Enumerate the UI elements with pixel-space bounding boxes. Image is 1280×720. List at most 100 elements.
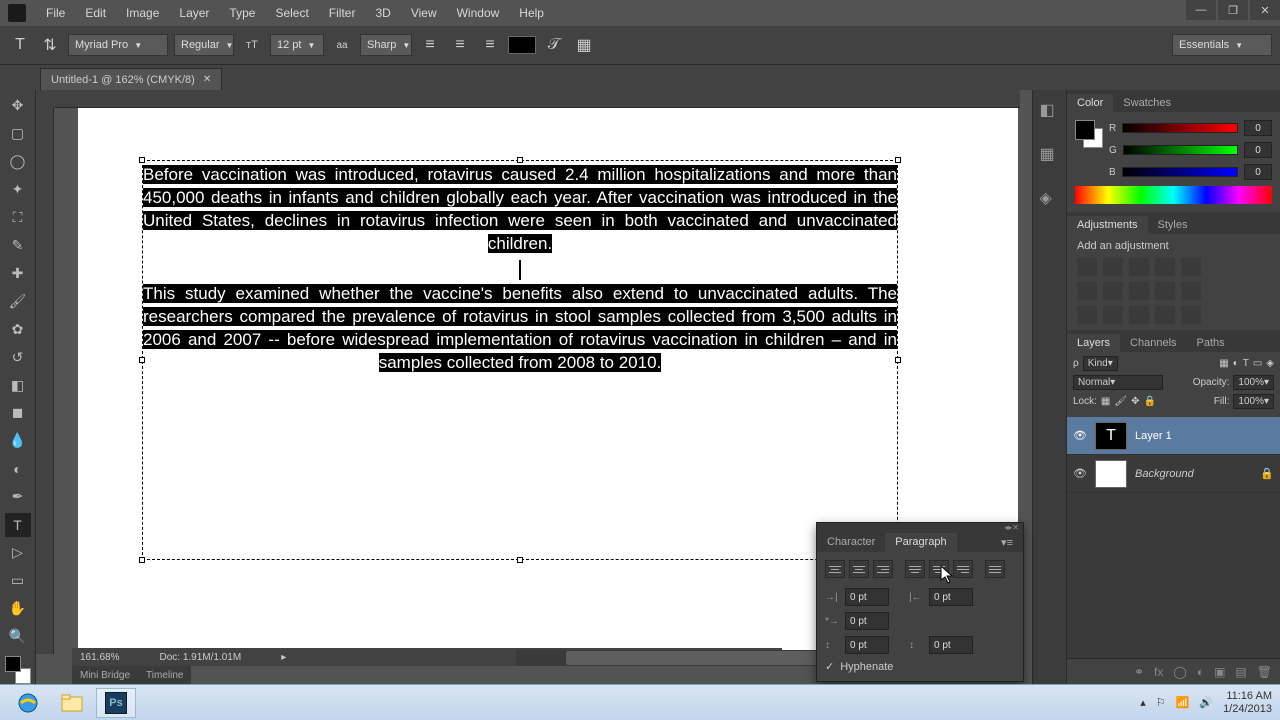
menu-window[interactable]: Window — [447, 6, 510, 20]
minimize-button[interactable]: — — [1186, 0, 1216, 20]
handle-tr[interactable] — [895, 157, 901, 163]
adj-selective-color-icon[interactable] — [1181, 306, 1201, 324]
layer-name[interactable]: Layer 1 — [1135, 430, 1172, 442]
text-color-swatch[interactable] — [508, 36, 536, 54]
tab-swatches[interactable]: Swatches — [1113, 94, 1181, 112]
blur-tool[interactable]: 💧 — [5, 429, 31, 453]
lock-pos-icon[interactable]: ✥ — [1131, 396, 1139, 407]
color-spectrum[interactable] — [1075, 186, 1272, 204]
justify-last-right-button[interactable] — [953, 560, 973, 578]
space-after-input[interactable] — [929, 636, 973, 654]
indent-left-input[interactable] — [845, 588, 889, 606]
menu-layer[interactable]: Layer — [169, 6, 219, 20]
blend-mode-dropdown[interactable]: Normal ▾ — [1073, 375, 1163, 390]
gradient-tool[interactable]: ◼ — [5, 401, 31, 425]
fill-input[interactable]: 100% ▾ — [1233, 394, 1274, 409]
character-panel-icon[interactable]: ▦ — [572, 33, 596, 57]
r-value[interactable] — [1244, 120, 1272, 136]
horizontal-ruler[interactable] — [54, 90, 1020, 108]
ps-logo-icon[interactable] — [8, 4, 26, 22]
mask-icon[interactable]: ◯ — [1173, 665, 1186, 679]
trash-icon[interactable]: 🗑 — [1257, 665, 1272, 679]
marquee-tool[interactable]: ▢ — [5, 122, 31, 146]
align-center-icon[interactable]: ≡ — [448, 33, 472, 57]
adj-invert-icon[interactable] — [1077, 306, 1097, 324]
lock-paint-icon[interactable]: 🖌 — [1114, 396, 1127, 407]
adj-photo-filter-icon[interactable] — [1129, 282, 1149, 300]
vertical-ruler[interactable] — [36, 108, 54, 654]
properties-icon[interactable]: ▦ — [1040, 144, 1060, 164]
adj-layer-icon[interactable]: ◐ — [1197, 665, 1204, 679]
align-left-button[interactable] — [825, 560, 845, 578]
tab-mini-bridge[interactable]: Mini Bridge — [72, 670, 138, 681]
adj-levels-icon[interactable] — [1103, 258, 1123, 276]
adj-channel-mixer-icon[interactable] — [1155, 282, 1175, 300]
visibility-icon[interactable]: 👁 — [1073, 429, 1087, 442]
filter-adj-icon[interactable]: ◐ — [1233, 358, 1239, 369]
menu-help[interactable]: Help — [509, 6, 554, 20]
brush-tool[interactable]: 🖌 — [5, 289, 31, 313]
menu-image[interactable]: Image — [116, 6, 169, 20]
adj-threshold-icon[interactable] — [1129, 306, 1149, 324]
history-icon[interactable]: ◧ — [1040, 100, 1060, 120]
font-size-dropdown[interactable]: 12 pt▼ — [270, 34, 324, 56]
crop-tool[interactable]: ⛶ — [5, 206, 31, 230]
tray-network-icon[interactable]: 📶 — [1176, 696, 1190, 709]
adj-vibrance-icon[interactable] — [1181, 258, 1201, 276]
filter-kind-dropdown[interactable]: Kind ▾ — [1083, 356, 1118, 371]
filter-pixel-icon[interactable]: ▦ — [1219, 358, 1228, 369]
align-center-button[interactable] — [849, 560, 869, 578]
font-family-dropdown[interactable]: Myriad Pro▼ — [68, 34, 168, 56]
handle-mb[interactable] — [517, 557, 523, 563]
r-slider[interactable] — [1122, 123, 1238, 133]
menu-type[interactable]: Type — [219, 6, 265, 20]
tab-layers[interactable]: Layers — [1067, 334, 1120, 352]
zoom-level[interactable]: 161.68% — [80, 652, 119, 663]
tab-character[interactable]: Character — [817, 533, 885, 552]
ie-icon[interactable] — [8, 688, 48, 718]
handle-bl[interactable] — [139, 557, 145, 563]
layer-row[interactable]: 👁 Background 🔒 — [1067, 455, 1280, 493]
menu-filter[interactable]: Filter — [319, 6, 366, 20]
orientation-icon[interactable]: ⇅ — [38, 33, 62, 57]
group-icon[interactable]: ▣ — [1214, 665, 1225, 679]
adj-hue-icon[interactable] — [1077, 282, 1097, 300]
tab-channels[interactable]: Channels — [1120, 334, 1186, 352]
color-picker[interactable] — [5, 656, 31, 684]
opacity-input[interactable]: 100% ▾ — [1233, 375, 1274, 390]
visibility-icon[interactable]: 👁 — [1073, 467, 1087, 480]
photoshop-taskbar-icon[interactable]: Ps — [96, 688, 136, 718]
move-tool[interactable]: ✥ — [5, 94, 31, 118]
handle-mt[interactable] — [517, 157, 523, 163]
lasso-tool[interactable]: ◯ — [5, 150, 31, 174]
lock-all-icon[interactable]: 🔒 — [1143, 396, 1155, 407]
tab-paragraph[interactable]: Paragraph — [885, 533, 956, 552]
close-tab-icon[interactable]: ✕ — [203, 74, 211, 85]
workspace-dropdown[interactable]: Essentials▼ — [1172, 34, 1272, 56]
menu-edit[interactable]: Edit — [75, 6, 116, 20]
eraser-tool[interactable]: ◧ — [5, 373, 31, 397]
handle-tl[interactable] — [139, 157, 145, 163]
g-slider[interactable] — [1123, 145, 1238, 155]
history-brush-tool[interactable]: ↺ — [5, 345, 31, 369]
panel-collapse-icon[interactable]: ◂▸ — [1004, 523, 1012, 533]
maximize-button[interactable]: ❐ — [1218, 0, 1248, 20]
tab-styles[interactable]: Styles — [1148, 216, 1198, 234]
text-bounding-box[interactable]: Before vaccination was introduced, rotav… — [142, 160, 898, 560]
adj-bw-icon[interactable] — [1103, 282, 1123, 300]
tray-up-icon[interactable]: ▴ — [1140, 696, 1146, 709]
handle-ml[interactable] — [139, 357, 145, 363]
handle-mr[interactable] — [895, 357, 901, 363]
document-tab[interactable]: Untitled-1 @ 162% (CMYK/8)✕ — [40, 68, 222, 90]
menu-3d[interactable]: 3D — [365, 6, 400, 20]
justify-last-left-button[interactable] — [905, 560, 925, 578]
wand-tool[interactable]: ✦ — [5, 178, 31, 202]
filter-type-icon[interactable]: T — [1243, 358, 1249, 369]
pen-tool[interactable]: ✒ — [5, 485, 31, 509]
panel-close-icon[interactable]: ✕ — [1012, 523, 1019, 533]
eyedropper-tool[interactable]: ✎ — [5, 234, 31, 258]
menu-view[interactable]: View — [401, 6, 447, 20]
stamp-tool[interactable]: ✿ — [5, 317, 31, 341]
shape-tool[interactable]: ▭ — [5, 568, 31, 592]
hand-tool[interactable]: ✋ — [5, 596, 31, 620]
